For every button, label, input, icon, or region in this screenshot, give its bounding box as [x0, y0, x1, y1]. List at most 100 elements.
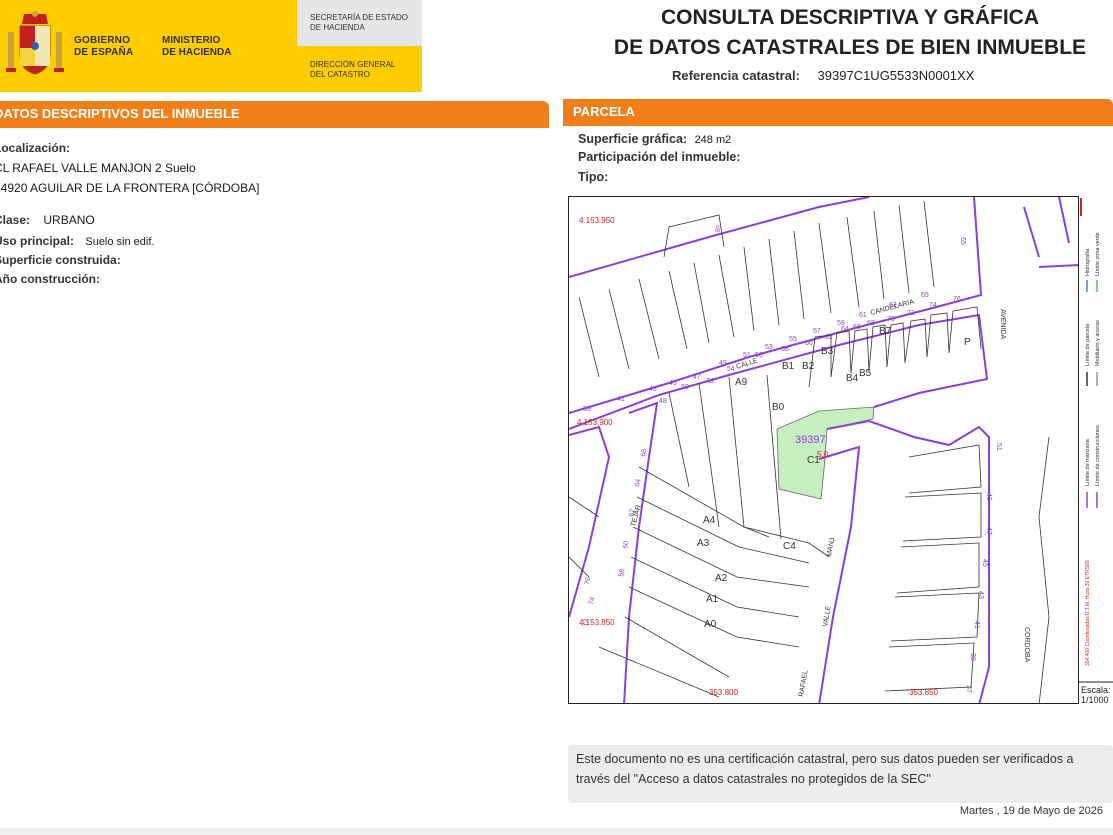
num-66: 66	[853, 324, 861, 331]
map-label-b1: B1	[782, 361, 795, 372]
ministerio-label: MINISTERIO DE HACIENDA	[162, 35, 232, 58]
num-61: 61	[859, 312, 867, 319]
cadastral-map: A0 A1 A2 A3 A4 A9 B0 B1 B2 B3 B4 B5 B7 C…	[568, 196, 1113, 704]
uso-row: Uso principal: Suelo sin edif.	[0, 234, 155, 248]
map-legend: Límite de manzana Límite de parcela Lími…	[1078, 196, 1113, 704]
page-footer-band	[0, 828, 1113, 835]
coat-of-arms-icon	[6, 11, 64, 75]
num-60: 60	[805, 340, 813, 347]
gobierno-label: GOBIERNO DE ESPAÑA	[74, 35, 134, 58]
map-label-c4: C4	[783, 541, 796, 552]
num-51: 51	[743, 352, 751, 359]
legend-limite-parcela: Límite de parcela	[1085, 323, 1091, 366]
section-parcela: PARCELA	[563, 99, 1113, 124]
street-rafael: RAFAEL	[798, 670, 810, 698]
secretaria-label: SECRETARÍA DE ESTADO DE HACIENDA	[310, 13, 408, 32]
legend-scale-label: Escala:	[1081, 685, 1111, 695]
map-coord-mid: 4.153.900	[577, 418, 613, 427]
num-r43: 43	[977, 591, 984, 599]
num-57: 57	[813, 328, 821, 335]
map-label-a2: A2	[715, 573, 728, 584]
num-39: 39	[583, 406, 591, 413]
num-68: 68	[867, 320, 875, 327]
num-63: 63	[889, 302, 897, 309]
localizacion-label: Localización:	[0, 141, 71, 155]
num-52: 52	[707, 378, 715, 385]
num-43: 43	[649, 386, 657, 393]
num-47: 47	[693, 374, 701, 381]
map-label-b5: B5	[859, 368, 872, 379]
num-50: 50	[681, 384, 689, 391]
num-l58: 58	[618, 568, 626, 577]
map-coord-x1: 353.800	[709, 688, 738, 697]
map-label-b7: B7	[879, 326, 892, 337]
num-45: 45	[669, 380, 677, 387]
document-date: Martes , 19 de Mayo de 2026	[959, 805, 1103, 817]
legend-drawing: Límite de manzana Límite de parcela Lími…	[1079, 198, 1113, 704]
map-parcel-red: 5.0	[817, 450, 829, 459]
map-label-a4: A4	[703, 515, 716, 526]
num-r41: 41	[973, 621, 980, 629]
section-datos-descriptivos: DATOS DESCRIPTIVOS DEL INMUEBLE	[0, 101, 549, 126]
street-cordoba: CORDOBA	[1023, 627, 1030, 663]
num-r51: 51	[995, 443, 1002, 451]
map-label-b3: B3	[821, 346, 834, 357]
num-l74: 74	[588, 596, 596, 605]
num-48: 48	[659, 398, 667, 405]
map-label-b4: B4	[846, 373, 859, 384]
superficie-grafica-row: Superficie gráfica: 248 m2	[578, 132, 732, 146]
anio-construccion-label: Año construcción:	[0, 272, 101, 286]
map-label-p: P	[964, 337, 971, 348]
disclaimer-notice: Este documento no es una certificación c…	[568, 745, 1113, 803]
num-70: 70	[887, 316, 895, 323]
num-64: 64	[841, 326, 849, 333]
legend-limite-manzana: Límite de manzana	[1085, 438, 1091, 486]
num-r47: 47	[985, 527, 992, 535]
map-label-b2: B2	[802, 361, 815, 372]
num-r39: 39	[969, 653, 976, 661]
num-r49: 49	[985, 493, 992, 501]
num-56: 56	[755, 352, 763, 359]
address-line2: 14920 AGUILAR DE LA FRONTERA [CÓRDOBA]	[0, 181, 260, 195]
legend-zona-verde: Límite zona verde	[1095, 232, 1101, 276]
num-74: 74	[929, 302, 937, 309]
superficie-construida-label: Superficie construida:	[0, 253, 121, 267]
legend-scale-value: 1/1000	[1081, 695, 1109, 704]
num-49: 49	[719, 360, 727, 367]
ref-label: Referencia catastral:	[672, 68, 800, 83]
num-55: 55	[789, 336, 797, 343]
map-coord-x2: 353.850	[909, 688, 938, 697]
num-72: 72	[907, 310, 915, 317]
map-coord-top: 4.153.950	[579, 216, 615, 225]
map-label-a1: A1	[706, 594, 719, 605]
legend-coord-system: 354.400 Coordenadas U.T.M. Huso 30 ETRS8…	[1085, 560, 1091, 666]
tipo-label: Tipo:	[578, 170, 609, 184]
num-r45: 45	[981, 559, 988, 567]
num-65: 65	[921, 292, 929, 299]
legend-limite-construcciones: Límite de construcciones	[1095, 425, 1101, 486]
num-l64: 64	[634, 478, 642, 487]
num-58: 58	[781, 346, 789, 353]
map-label-a0: A0	[704, 619, 717, 630]
document-title: CONSULTA DESCRIPTIVA Y GRÁFICA DE DATOS …	[613, 6, 1087, 59]
num-tr85: 85	[714, 224, 723, 234]
section-underline	[0, 126, 549, 128]
num-62: 62	[825, 334, 833, 341]
num-r37: 37	[965, 685, 972, 693]
map-parcel-id: 39397	[795, 434, 826, 446]
map-label-a9: A9	[735, 377, 748, 388]
num-76: 76	[953, 296, 961, 303]
legend-hidrografia: Hidrografía	[1085, 248, 1091, 276]
map-drawing: A0 A1 A2 A3 A4 A9 B0 B1 B2 B3 B4 B5 B7 C…	[569, 197, 1110, 703]
num-l60: 60	[622, 540, 630, 549]
num-tr65: 65	[959, 237, 966, 245]
ref-value: 39397C1UG5533N0001XX	[817, 68, 975, 83]
street-manj: MANJ	[826, 537, 836, 557]
clase-row: Clase: URBANO	[0, 213, 95, 227]
street-avenida: AVENIDA	[999, 309, 1006, 340]
section-underline	[563, 124, 1113, 126]
num-54: 54	[727, 366, 735, 373]
num-53: 53	[765, 344, 773, 351]
direccion-label: DIRECCIÓN GENERAL DEL CATASTRO	[310, 60, 396, 79]
num-l76: 76	[584, 576, 592, 585]
